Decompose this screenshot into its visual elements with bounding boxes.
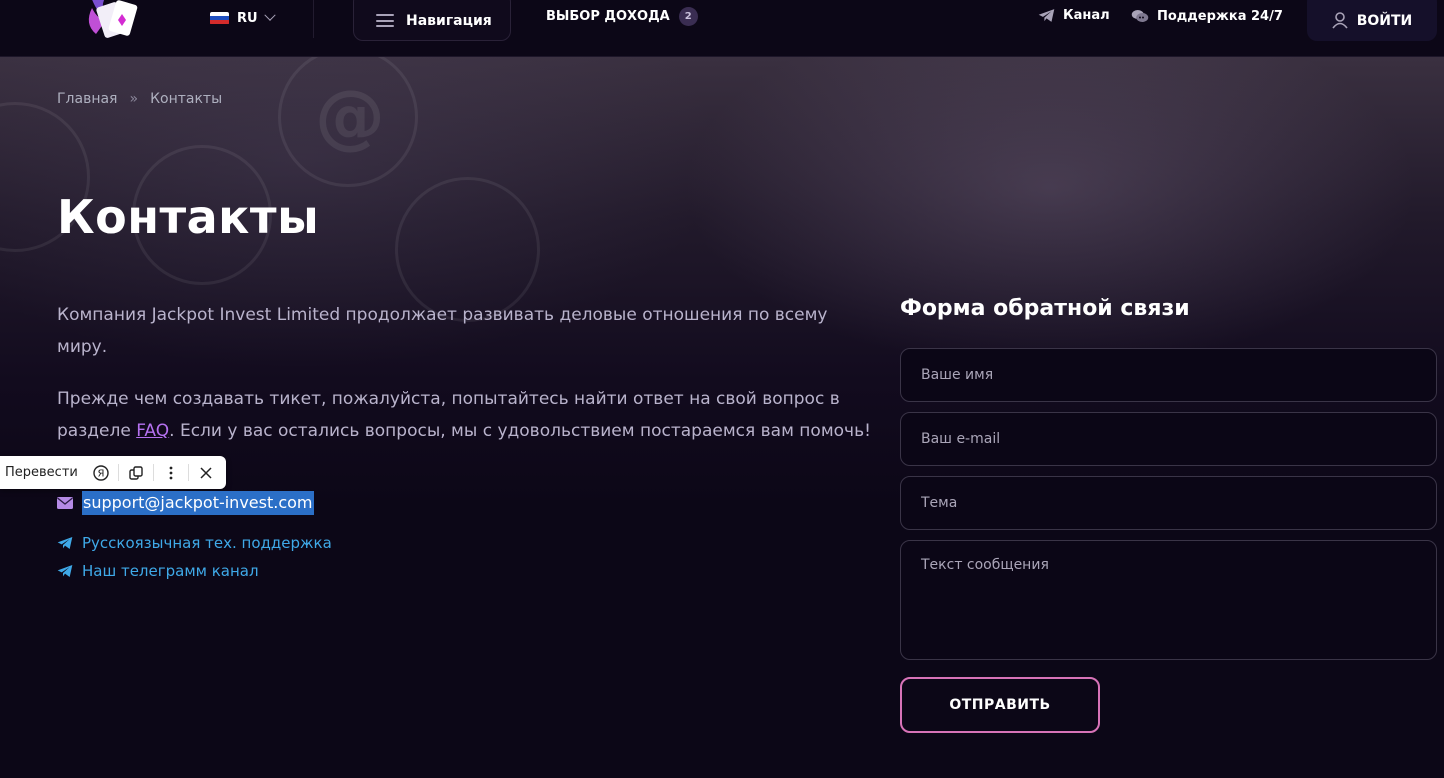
support-link[interactable]: Поддержка 24/7	[1131, 8, 1283, 24]
faq-link[interactable]: FAQ	[136, 421, 169, 441]
copy-icon[interactable]	[119, 456, 153, 489]
tech-support-contact[interactable]: Русскоязычная тех. поддержка	[57, 529, 332, 557]
intro-paragraph-2-after: . Если у вас остались вопросы, мы с удов…	[169, 421, 871, 441]
vertical-dots-icon	[169, 466, 173, 479]
submit-button[interactable]: ОТПРАВИТЬ	[900, 677, 1100, 733]
yandex-logo-icon: Я	[93, 464, 109, 481]
intro-paragraph-1: Компания Jackpot Invest Limited продолжа…	[57, 305, 828, 357]
telegram-icon	[57, 537, 73, 549]
page: @ RU Навигация ВЫБОР ДОХОДА 2 Канал Подд…	[0, 0, 1444, 778]
page-title: Контакты	[57, 190, 320, 244]
intro-text: Компания Jackpot Invest Limited продолжа…	[57, 299, 877, 447]
support-email[interactable]: support@jackpot-invest.com	[82, 491, 314, 515]
navigation-button[interactable]: Навигация	[353, 0, 511, 41]
breadcrumb: Главная » Контакты	[57, 91, 222, 107]
email-input[interactable]	[900, 412, 1437, 466]
copy-glyph-icon	[129, 465, 143, 480]
envelope-icon	[57, 497, 73, 509]
more-options-icon[interactable]	[154, 456, 188, 489]
close-icon[interactable]	[189, 456, 223, 489]
header-divider	[313, 0, 314, 38]
translate-popup: Перевести Я	[0, 456, 226, 489]
income-choice-link[interactable]: ВЫБОР ДОХОДА 2	[546, 7, 698, 26]
svg-text:Я: Я	[98, 468, 105, 479]
chevron-down-icon	[263, 9, 276, 21]
close-x-icon	[200, 466, 212, 479]
support-label: Поддержка 24/7	[1157, 8, 1283, 24]
yandex-icon[interactable]: Я	[84, 456, 118, 489]
site-header: RU Навигация ВЫБОР ДОХОДА 2 Канал Поддер…	[0, 0, 1444, 57]
russia-flag-icon	[210, 11, 229, 25]
telegram-channel-link[interactable]: Наш телеграмм канал	[82, 562, 259, 580]
chat-bubbles-icon	[1131, 10, 1149, 22]
feedback-form-title: Форма обратной связи	[900, 296, 1190, 321]
breadcrumb-home[interactable]: Главная	[57, 91, 117, 107]
channel-label: Канал	[1063, 8, 1110, 23]
navigation-label: Навигация	[406, 12, 492, 29]
telegram-icon	[57, 565, 73, 577]
translate-button[interactable]: Перевести	[0, 465, 84, 480]
at-sign-decoration: @	[315, 75, 385, 157]
income-count-badge: 2	[678, 7, 698, 26]
playing-cards-logo[interactable]	[82, 0, 146, 46]
telegram-channel-contact[interactable]: Наш телеграмм канал	[57, 557, 332, 585]
language-code: RU	[237, 10, 258, 26]
telegram-icon	[1038, 9, 1055, 22]
user-icon	[1332, 12, 1348, 29]
name-input[interactable]	[900, 348, 1437, 402]
subject-input[interactable]	[900, 476, 1437, 530]
tech-support-link[interactable]: Русскоязычная тех. поддержка	[82, 534, 332, 552]
breadcrumb-separator: »	[129, 91, 139, 107]
intro-paragraph-2: Прежде чем создавать тикет, пожалуйста, …	[57, 383, 877, 447]
income-choice-label: ВЫБОР ДОХОДА	[546, 9, 670, 24]
contacts-list: support@jackpot-invest.com Русскоязычная…	[57, 491, 332, 585]
language-selector[interactable]: RU	[210, 9, 276, 27]
channel-link[interactable]: Канал	[1038, 8, 1110, 23]
login-label: ВОЙТИ	[1356, 12, 1413, 29]
breadcrumb-current: Контакты	[150, 91, 223, 107]
hamburger-icon	[376, 14, 394, 27]
message-textarea[interactable]	[900, 540, 1437, 660]
email-contact: support@jackpot-invest.com	[57, 491, 332, 515]
login-button[interactable]: ВОЙТИ	[1307, 0, 1437, 41]
